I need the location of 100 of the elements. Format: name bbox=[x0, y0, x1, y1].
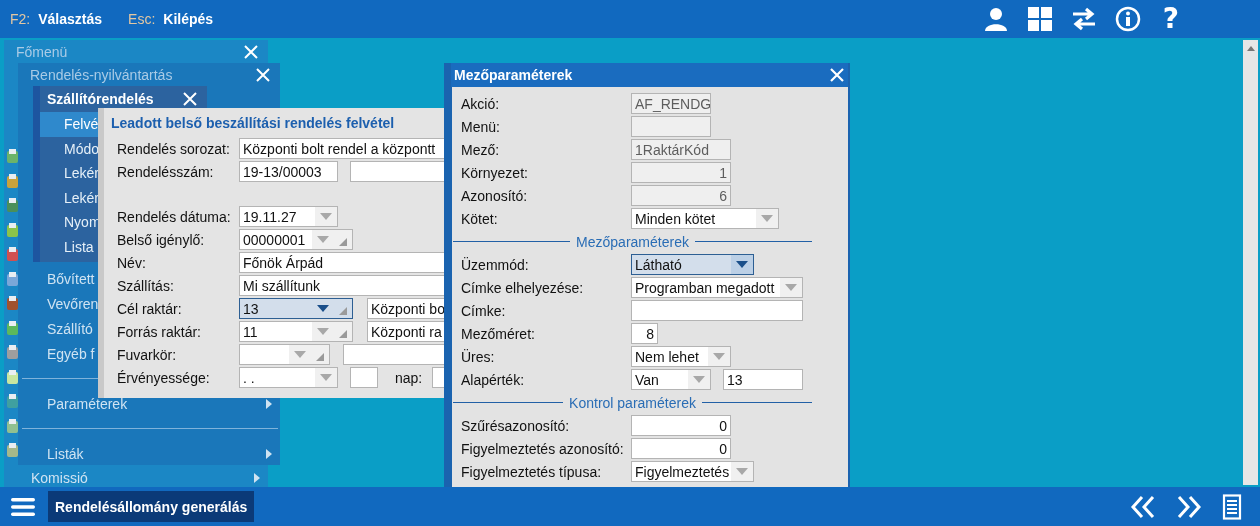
menu-icon[interactable] bbox=[10, 495, 36, 518]
panel-title: Rendelés-nyilvántartás bbox=[30, 67, 173, 83]
dropdown[interactable]: Nem lehet bbox=[631, 346, 731, 367]
caret-icon bbox=[320, 213, 332, 220]
submenu-arrow-icon bbox=[266, 448, 272, 459]
menu-item-icon[interactable] bbox=[6, 270, 20, 287]
dropdown[interactable]: 13 bbox=[239, 298, 353, 319]
scrollbar[interactable] bbox=[1243, 40, 1258, 485]
input-field[interactable]: Főnök Árpád bbox=[239, 252, 445, 273]
close-icon[interactable] bbox=[244, 44, 258, 59]
dropdown[interactable]: 19.11.27 bbox=[239, 206, 338, 227]
corner-triangle-icon bbox=[339, 238, 347, 246]
field-label: Környezet: bbox=[461, 164, 529, 181]
swap-icon[interactable] bbox=[1070, 6, 1097, 32]
menu-item[interactable]: Listák bbox=[18, 441, 280, 466]
field-label: Figyelmeztetés típusa: bbox=[461, 463, 603, 480]
caret-icon bbox=[761, 215, 773, 222]
panel-title: Szállítórendelés bbox=[47, 91, 154, 107]
close-icon[interactable] bbox=[256, 68, 270, 82]
field-label: Mező: bbox=[461, 141, 501, 158]
menu-item-icon[interactable] bbox=[6, 319, 20, 336]
input-field[interactable] bbox=[343, 344, 445, 365]
input-field[interactable]: 13 bbox=[723, 369, 803, 390]
close-icon[interactable] bbox=[830, 68, 844, 82]
submenu-arrow-icon bbox=[254, 473, 260, 483]
input-field[interactable] bbox=[631, 300, 803, 321]
input-field[interactable] bbox=[350, 367, 378, 388]
section-heading: Kontrol paraméterek bbox=[569, 394, 696, 411]
double-right-chevron-icon[interactable] bbox=[1176, 494, 1202, 519]
caret-icon bbox=[736, 468, 748, 475]
menu-item-icon[interactable] bbox=[6, 417, 20, 434]
input-field[interactable] bbox=[631, 116, 711, 137]
input-field[interactable]: 6 bbox=[631, 185, 731, 206]
dropdown[interactable]: . . bbox=[239, 367, 338, 388]
input-field[interactable]: 0 bbox=[631, 415, 731, 436]
menu-item-icon[interactable] bbox=[6, 221, 20, 238]
user-icon[interactable] bbox=[982, 6, 1009, 32]
caret-icon bbox=[693, 376, 705, 383]
menu-item-icon[interactable] bbox=[6, 197, 20, 213]
input-field[interactable]: 1 bbox=[631, 162, 731, 183]
field-label: Cél raktár: bbox=[117, 300, 183, 317]
caret-icon bbox=[713, 353, 725, 360]
shortcut-action[interactable]: Választás bbox=[38, 11, 103, 27]
field-label: Szállítás: bbox=[117, 277, 175, 294]
shortcut-action[interactable]: Kilépés bbox=[163, 11, 214, 27]
corner-triangle-icon bbox=[339, 330, 347, 338]
corner-triangle-icon bbox=[316, 353, 324, 361]
input-field[interactable]: Mi szállítunk bbox=[239, 275, 445, 296]
menu-item[interactable]: Paraméterek bbox=[18, 391, 280, 416]
scroll-up-icon[interactable] bbox=[1246, 46, 1255, 51]
dropdown[interactable]: 11 bbox=[239, 321, 353, 342]
field-label: Rendelésszám: bbox=[117, 163, 215, 180]
dropdown[interactable]: Van bbox=[631, 369, 711, 390]
help-button[interactable]: ? bbox=[1158, 5, 1183, 33]
grid-icon[interactable] bbox=[1026, 6, 1053, 32]
input-field[interactable]: AF_RENDG bbox=[631, 93, 711, 114]
menu-item-icon[interactable] bbox=[6, 393, 20, 409]
field-label: Üzemmód: bbox=[461, 256, 530, 273]
menu-item-icon[interactable] bbox=[6, 148, 20, 164]
field-label: Szűrésazonosító: bbox=[461, 417, 571, 434]
dialog-title: Mezőparaméterek bbox=[454, 67, 573, 83]
menu-item-icon[interactable] bbox=[6, 442, 20, 458]
input-field[interactable]: 0 bbox=[631, 438, 731, 459]
field-label: Rendelés dátuma: bbox=[117, 208, 232, 225]
dropdown[interactable]: Minden kötet bbox=[631, 208, 779, 229]
field-label: Rendelés sorozat: bbox=[117, 140, 231, 157]
dropdown[interactable]: 00000001 bbox=[239, 229, 353, 250]
input-field[interactable]: 19-13/00003 bbox=[239, 161, 338, 182]
menu-item-icon[interactable] bbox=[6, 172, 20, 189]
field-label: Mezőméret: bbox=[461, 325, 536, 342]
field-label: nap: bbox=[395, 369, 423, 386]
action-button[interactable]: Rendelésállomány generálás bbox=[48, 491, 255, 522]
input-field[interactable]: Központi bo bbox=[367, 298, 445, 319]
caret-icon bbox=[785, 284, 797, 291]
close-icon[interactable] bbox=[183, 92, 197, 106]
input-field[interactable]: 8 bbox=[631, 323, 658, 344]
caret-icon bbox=[320, 374, 332, 381]
input-field[interactable]: 1RaktárKód bbox=[631, 139, 731, 160]
field-label: Akció: bbox=[461, 95, 501, 112]
info-icon[interactable] bbox=[1114, 6, 1141, 32]
menu-item-icon[interactable] bbox=[6, 368, 20, 385]
menu-item-icon[interactable] bbox=[6, 295, 20, 311]
input-field[interactable]: Központi bolt rendel a központt bbox=[239, 138, 445, 159]
field-label: Menü: bbox=[461, 118, 501, 135]
field-label: Kötet: bbox=[461, 210, 499, 227]
dropdown[interactable]: Programban megadott bbox=[631, 277, 803, 298]
dropdown[interactable]: Látható bbox=[631, 254, 754, 275]
document-icon[interactable] bbox=[1222, 493, 1242, 520]
shortcut-key: F2: bbox=[10, 11, 31, 27]
input-field[interactable] bbox=[350, 161, 445, 182]
menu-item-icon[interactable] bbox=[6, 344, 20, 360]
caret-icon bbox=[317, 328, 329, 335]
menu-item-icon[interactable] bbox=[6, 246, 20, 262]
section-heading: Mezőparaméterek bbox=[576, 233, 689, 250]
panel-title: Főmenü bbox=[16, 43, 68, 60]
dropdown[interactable]: Figyelmeztetés bbox=[631, 461, 754, 482]
field-label: Figyelmeztetés azonosító: bbox=[461, 440, 625, 457]
input-field[interactable]: Központi ra bbox=[367, 321, 445, 342]
dropdown[interactable] bbox=[239, 344, 330, 365]
double-left-chevron-icon[interactable] bbox=[1130, 494, 1156, 519]
